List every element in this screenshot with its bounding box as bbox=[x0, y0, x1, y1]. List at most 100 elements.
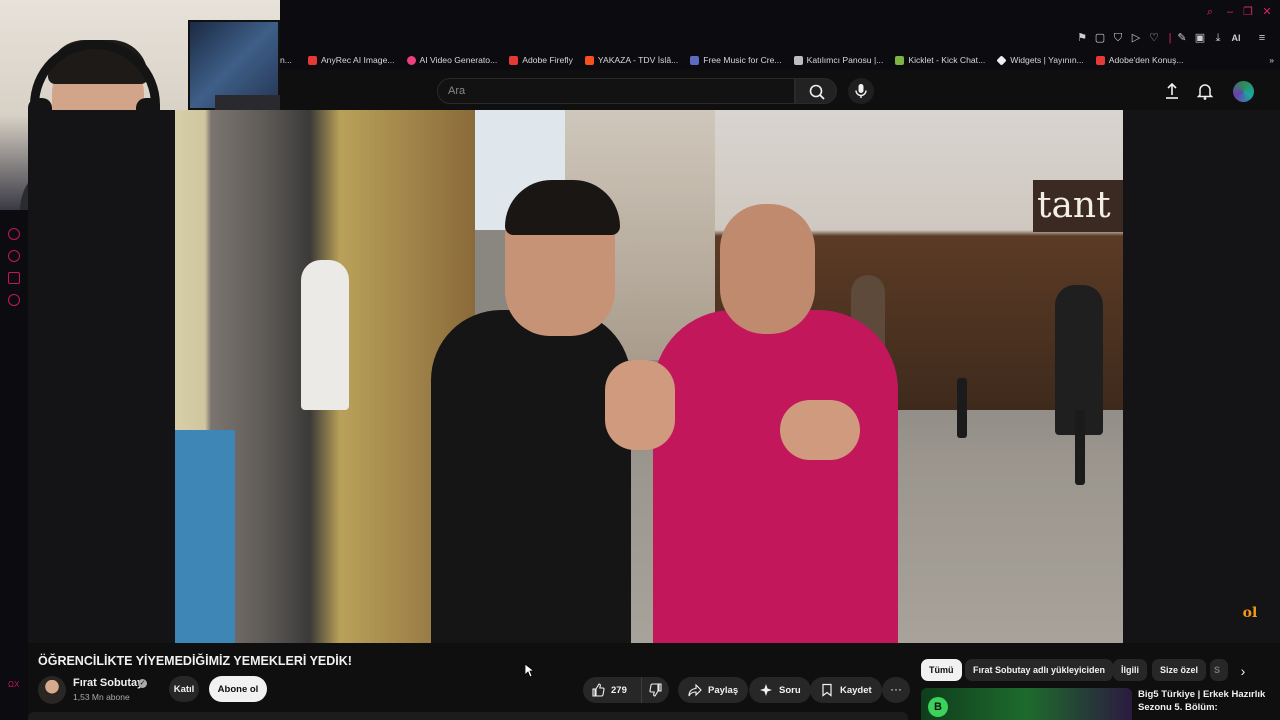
bookmark-icon[interactable]: ⚑ bbox=[1076, 32, 1088, 44]
subscribe-button[interactable]: Abone ol bbox=[209, 676, 267, 702]
dislike-button[interactable] bbox=[641, 677, 669, 703]
bookmark-item[interactable]: AnyRec AI Image... bbox=[302, 50, 401, 70]
bell-icon bbox=[1196, 84, 1214, 100]
guest-face bbox=[720, 204, 815, 334]
notifications-button[interactable] bbox=[1193, 80, 1217, 102]
verified-icon: ✓ bbox=[138, 679, 147, 688]
sparkle-icon bbox=[760, 684, 772, 696]
bollard bbox=[1075, 410, 1085, 485]
chip-for-you[interactable]: Size özel bbox=[1152, 659, 1207, 681]
anyrec-favicon-icon bbox=[307, 55, 317, 65]
voice-search-button[interactable] bbox=[848, 78, 874, 104]
bookmark-item[interactable]: Free Music for Cre... bbox=[684, 50, 787, 70]
screenshot-icon[interactable]: ▢ bbox=[1094, 32, 1106, 44]
guest-pink-shirt bbox=[653, 310, 898, 643]
create-button[interactable] bbox=[1160, 80, 1184, 102]
sidebar-share-icon[interactable] bbox=[8, 272, 20, 284]
divider-icon: | bbox=[1168, 32, 1172, 44]
download-icon[interactable]: ⤓ bbox=[1212, 32, 1224, 44]
close-icon[interactable]: ✕ bbox=[1261, 6, 1273, 18]
guest-hand bbox=[780, 400, 860, 460]
sidebar-logo-icon[interactable]: ΩX bbox=[8, 680, 20, 692]
more-actions-button[interactable]: ··· bbox=[882, 677, 910, 703]
yakaza-favicon-icon bbox=[584, 55, 594, 65]
like-dislike-group: 279 bbox=[583, 677, 669, 703]
adobe-favicon-icon bbox=[1095, 55, 1105, 65]
join-button[interactable]: Katıl bbox=[169, 676, 199, 702]
bollard bbox=[957, 378, 967, 438]
account-avatar[interactable] bbox=[1233, 81, 1254, 102]
ai-button[interactable]: AI bbox=[1226, 32, 1246, 44]
host-hand bbox=[605, 360, 675, 450]
channel-name[interactable]: Fırat Sobutay bbox=[73, 677, 143, 689]
heart-icon[interactable]: ♡ bbox=[1148, 32, 1160, 44]
chevron-right-icon[interactable]: › bbox=[1234, 662, 1252, 680]
extensions-icon[interactable]: ✎ bbox=[1176, 32, 1188, 44]
save-button[interactable]: Kaydet bbox=[810, 677, 882, 703]
widgets-favicon-icon bbox=[996, 54, 1007, 66]
foreground-arm bbox=[175, 430, 235, 643]
ask-button[interactable]: Soru bbox=[749, 677, 811, 703]
profile-icon[interactable]: ▣ bbox=[1194, 32, 1206, 44]
thumbs-up-icon bbox=[592, 683, 605, 697]
adobe-favicon-icon bbox=[509, 55, 519, 65]
chip-all[interactable]: Tümü bbox=[921, 659, 962, 681]
share-label: Paylaş bbox=[708, 684, 739, 696]
search-icon[interactable]: ⌕ bbox=[1204, 6, 1216, 18]
bookmark-item[interactable]: Widgets | Yayının... bbox=[991, 50, 1090, 70]
pedestrian bbox=[301, 260, 349, 410]
microphone-icon bbox=[855, 84, 867, 98]
chip-truncated[interactable]: S bbox=[1210, 659, 1228, 681]
host-black-shirt bbox=[431, 310, 631, 643]
bookmark-save-icon bbox=[822, 683, 832, 697]
like-button[interactable]: 279 bbox=[583, 677, 637, 703]
recommendation-thumbnail[interactable]: B bbox=[921, 688, 1132, 720]
menu-icon[interactable]: ≡ bbox=[1256, 32, 1268, 44]
chip-related[interactable]: İlgili bbox=[1113, 659, 1147, 681]
bookmark-item[interactable]: AI Video Generato... bbox=[401, 50, 504, 70]
sidebar-clock-icon[interactable] bbox=[8, 250, 20, 262]
bookmarks-overflow-icon[interactable]: » bbox=[1263, 50, 1280, 70]
bookmark-item[interactable]: Kicklet - Kick Chat... bbox=[889, 50, 991, 70]
recommendation-title[interactable]: Big5 Türkiye | Erkek Hazırlık Sezonu 5. … bbox=[1138, 688, 1278, 714]
minimize-icon[interactable]: – bbox=[1224, 6, 1236, 18]
search-box bbox=[437, 78, 795, 104]
mouse-cursor-icon bbox=[525, 664, 534, 677]
recommendation-logo: B bbox=[928, 697, 948, 717]
recommendation-title-line: Sezonu 5. Bölüm: bbox=[1138, 702, 1218, 713]
restore-icon[interactable]: ❐ bbox=[1242, 6, 1254, 18]
channel-avatar[interactable] bbox=[38, 676, 66, 704]
search-button[interactable] bbox=[795, 78, 837, 104]
bookmark-item[interactable]: Katılımcı Panosu |... bbox=[788, 50, 890, 70]
share-button[interactable]: Paylaş bbox=[678, 677, 749, 703]
video-player[interactable]: tant bbox=[175, 110, 1123, 643]
subscriber-count: 1,53 Mn abone bbox=[73, 692, 130, 702]
upload-icon bbox=[1166, 82, 1178, 99]
browser-sidebar: ΩX bbox=[0, 210, 28, 720]
channel-watermark[interactable]: ol bbox=[1237, 600, 1263, 626]
bookmark-truncated[interactable]: n... bbox=[280, 50, 302, 70]
bookmark-item[interactable]: YAKAZA - TDV İslâ... bbox=[579, 50, 684, 70]
storefront-sign: tant bbox=[1033, 180, 1123, 232]
play-icon[interactable]: ▷ bbox=[1130, 32, 1142, 44]
sidebar-history-icon[interactable] bbox=[8, 228, 20, 240]
browser-toolbar: ⚑ ▢ ⛉ ▷ ♡ | ✎ ▣ ⤓ AI ≡ bbox=[280, 26, 1280, 50]
search-icon bbox=[809, 84, 825, 100]
bookmark-item[interactable]: Adobe Firefly bbox=[503, 50, 579, 70]
sidebar-settings-icon[interactable] bbox=[8, 294, 20, 306]
description-box-edge[interactable] bbox=[28, 712, 908, 720]
like-count: 279 bbox=[611, 684, 627, 696]
share-icon bbox=[688, 683, 702, 697]
panel-favicon-icon bbox=[793, 55, 803, 65]
video-title: ÖĞRENCİLİKTE YİYEMEDİĞİMİZ YEMEKLERİ YED… bbox=[38, 654, 352, 668]
bookmark-item[interactable]: Adobe'den Konuş... bbox=[1090, 50, 1190, 70]
chip-from-uploader[interactable]: Fırat Sobutay adlı yükleyiciden bbox=[965, 659, 1114, 681]
search-input[interactable] bbox=[448, 79, 788, 103]
more-icon: ··· bbox=[890, 682, 902, 696]
recommendation-title-line: Big5 Türkiye | Erkek Hazırlık bbox=[1138, 689, 1266, 700]
ask-label: Soru bbox=[779, 684, 801, 696]
bookmarks-bar: n... AnyRec AI Image... AI Video Generat… bbox=[280, 50, 1280, 70]
shield-icon[interactable]: ⛉ bbox=[1112, 32, 1124, 44]
save-label: Kaydet bbox=[840, 684, 872, 696]
thumbs-down-icon bbox=[648, 683, 662, 697]
